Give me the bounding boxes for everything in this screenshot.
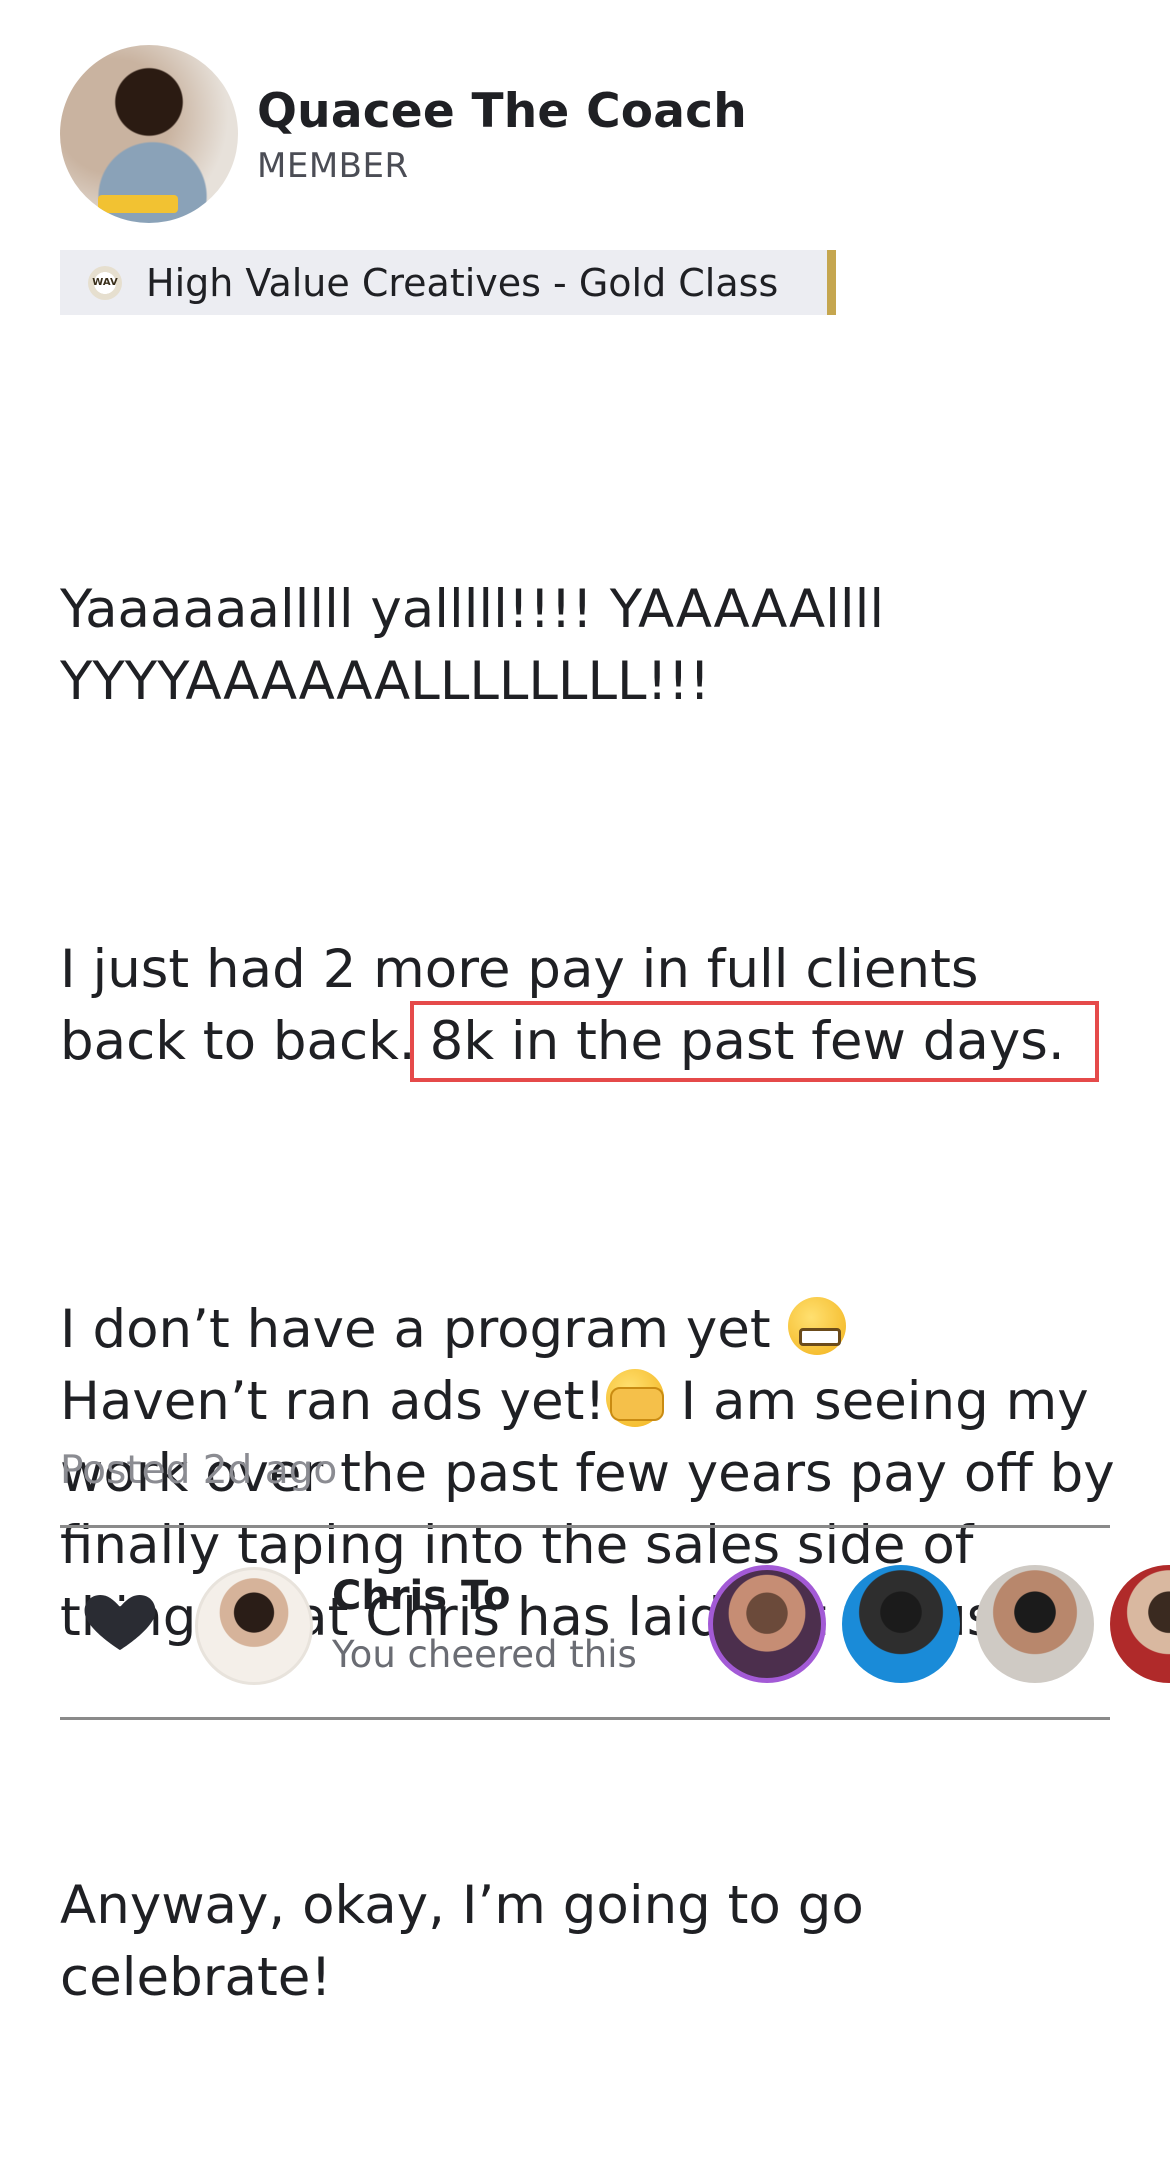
cheerer-avatar-3[interactable] [976,1565,1094,1683]
author-avatar[interactable] [60,45,238,223]
heart-icon[interactable] [80,1580,160,1660]
cheerer-avatar-1[interactable] [708,1565,826,1683]
post-text-program: I don’t have a program yet [60,1299,788,1360]
group-logo-icon: WAV [88,265,122,300]
author-role: MEMBER [257,146,409,186]
posted-time: Posted 2d ago [60,1448,338,1493]
chris-avatar[interactable] [195,1567,313,1685]
author-name[interactable]: Quacee The Coach [257,84,747,139]
post-text-ads: Haven’t ran ads yet! [60,1371,606,1432]
cheerer-avatar-2[interactable] [842,1565,960,1683]
post-line-1: Yaaaaaalllll yalllll!!!! YAAAAAllll [60,579,885,640]
post-line-2: YYYYAAAAAALLLLLLLL!!! [60,651,711,712]
face-covering-eyes-icon [605,1369,664,1427]
post-paragraph-4: Anyway, okay, I’m going to go celebrate! [60,1875,881,2008]
cheer-status: You cheered this [332,1633,637,1676]
post-body: Yaaaaaalllll yalllll!!!! YAAAAAllll YYYY… [60,430,1120,2158]
divider-top [60,1525,1110,1528]
post-paragraph-2: I just had 2 more pay in full clients ba… [60,934,1120,1082]
highlighted-text: 8k in the past few days. [409,1001,1099,1082]
divider-bottom [60,1717,1110,1720]
post-paragraph-1: Yaaaaaalllll yalllll!!!! YAAAAAllll YYYY… [60,574,1120,718]
group-chip-label: High Value Creatives - Gold Class [146,260,779,305]
grimacing-face-icon [787,1297,846,1355]
group-chip[interactable]: WAV High Value Creatives - Gold Class [60,250,836,315]
cheer-name[interactable]: Chris To [332,1573,510,1619]
